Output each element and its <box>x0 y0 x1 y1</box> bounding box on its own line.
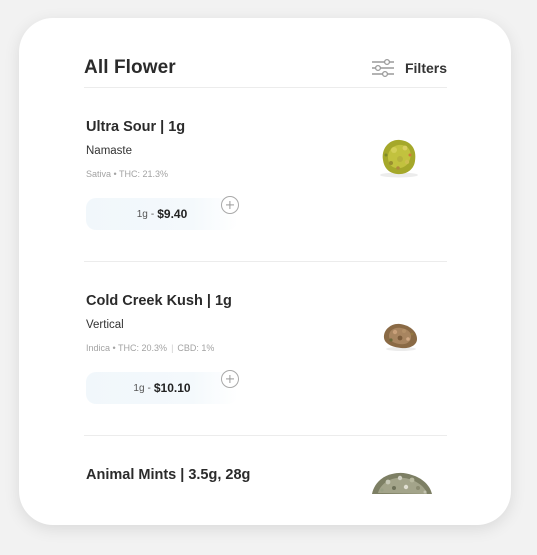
product-image <box>372 472 432 494</box>
list-header: All Flower Filters <box>84 48 447 88</box>
product-card[interactable]: Animal Mints | 3.5g, 28g <box>84 436 447 525</box>
price-amount: $10.10 <box>153 381 191 395</box>
product-meta: Sativa • THC: 21.3% <box>86 169 169 179</box>
price-weight: 1g <box>136 208 148 220</box>
product-card[interactable]: Ultra Sour | 1g Namaste Sativa • THC: 21… <box>84 88 447 262</box>
product-name[interactable]: Ultra Sour | 1g <box>86 119 185 135</box>
price-option[interactable]: 1g - $9.40 <box>86 198 238 230</box>
thc-value: THC: 21.3% <box>119 169 169 179</box>
product-brand: Vertical <box>86 319 124 331</box>
cbd-value: CBD: 1% <box>177 343 215 353</box>
product-meta: Indica • THC: 20.3% | CBD: 1% <box>86 343 215 353</box>
product-list-card: All Flower Filters Ultra Sour | 1g Namas… <box>19 18 511 525</box>
product-card[interactable]: Cold Creek Kush | 1g Vertical Indica • T… <box>84 262 447 436</box>
product-name[interactable]: Animal Mints | 3.5g, 28g <box>86 467 250 483</box>
price-option[interactable]: 1g - $10.10 <box>86 372 238 404</box>
page-title: All Flower <box>84 56 176 78</box>
price-amount: $9.40 <box>157 207 188 221</box>
sliders-icon <box>371 58 394 77</box>
plus-circle-icon[interactable] <box>221 196 239 214</box>
product-brand: Namaste <box>86 145 133 157</box>
product-image <box>380 139 418 178</box>
product-image <box>383 323 417 351</box>
strain-type: Indica <box>86 343 111 353</box>
filters-button[interactable]: Filters <box>371 58 447 78</box>
product-name[interactable]: Cold Creek Kush | 1g <box>86 293 232 309</box>
price-weight: 1g <box>133 382 145 394</box>
thc-value: THC: 20.3% <box>118 343 168 353</box>
strain-type: Sativa <box>86 169 112 179</box>
filters-label: Filters <box>404 59 447 76</box>
plus-circle-icon[interactable] <box>221 370 239 388</box>
